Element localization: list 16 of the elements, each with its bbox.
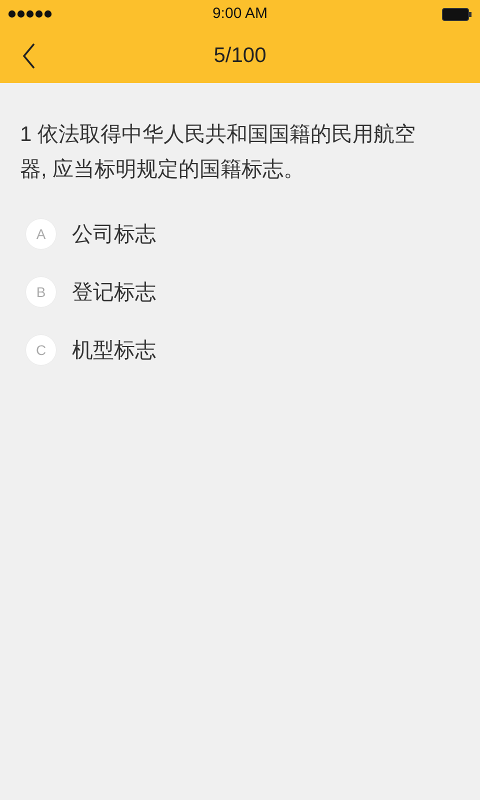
battery-icon [442, 8, 472, 20]
status-time: 9:00 AM [212, 5, 268, 22]
option-text: 登记标志 [72, 280, 156, 306]
answer-option[interactable]: B 登记标志 [0, 263, 480, 321]
option-letter: A [26, 219, 56, 249]
back-icon [22, 42, 36, 68]
option-text: 公司标志 [72, 222, 156, 248]
option-text: 机型标志 [72, 338, 156, 364]
question-text: 1 依法取得中华人民共和国国籍的民用航空器, 应当标明规定的国籍标志。 [20, 122, 417, 183]
signal-icon [8, 10, 54, 18]
option-letter: C [26, 335, 56, 365]
answer-option[interactable]: C 机型标志 [0, 321, 480, 379]
option-letter: B [26, 277, 56, 307]
page-title: 5/100 [214, 44, 266, 68]
answer-option[interactable]: A 公司标志 [0, 205, 480, 263]
back-button[interactable] [22, 42, 36, 68]
